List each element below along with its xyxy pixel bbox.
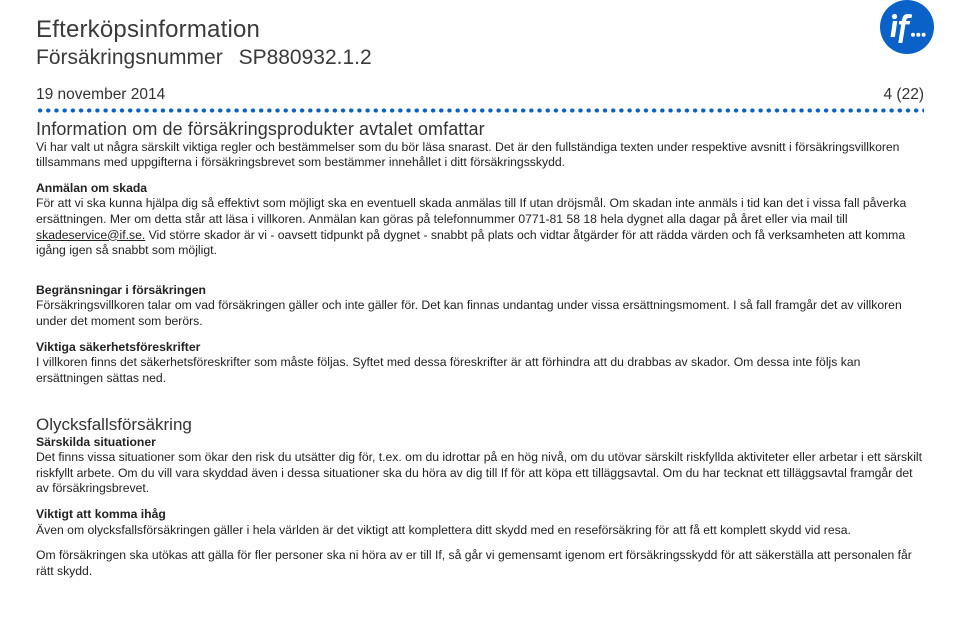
anmalan-text-after: Vid större skador är vi - oavsett tidpun…	[36, 228, 905, 258]
heading-ihag: Viktigt att komma ihåg	[36, 507, 924, 523]
paragraph-situationer: Det finns vissa situationer som ökar den…	[36, 450, 924, 497]
page-title: Efterköpsinformation	[36, 16, 924, 44]
heading-situationer: Särskilda situationer	[36, 435, 924, 451]
anmalan-text-before: För att vi ska kunna hjälpa dig så effek…	[36, 196, 906, 226]
if-logo	[880, 0, 934, 54]
divider-dots	[36, 108, 924, 113]
document-date: 19 november 2014	[36, 86, 165, 104]
insurance-number-line: Försäkringsnummer SP880932.1.2	[36, 46, 924, 70]
intro-paragraph: Vi har valt ut några särskilt viktiga re…	[36, 140, 924, 171]
email-link[interactable]: skadeservice@if.se.	[36, 228, 145, 242]
heading-anmalan: Anmälan om skada	[36, 181, 924, 197]
paragraph-begransningar: Försäkringsvillkoren talar om vad försäk…	[36, 298, 924, 329]
insurance-number: SP880932.1.2	[239, 46, 372, 69]
section-title-products: Information om de försäkringsprodukter a…	[36, 119, 924, 140]
heading-sakerhet: Viktiga säkerhetsföreskrifter	[36, 340, 924, 356]
heading-begransningar: Begränsningar i försäkringen	[36, 283, 924, 299]
paragraph-ihag: Även om olycksfallsförsäkringen gäller i…	[36, 523, 924, 539]
paragraph-anmalan: För att vi ska kunna hjälpa dig så effek…	[36, 196, 924, 258]
paragraph-utokas: Om försäkringen ska utökas att gälla för…	[36, 548, 924, 579]
section-title-olycksfall: Olycksfallsförsäkring	[36, 415, 924, 435]
insurance-label: Försäkringsnummer	[36, 46, 223, 69]
paragraph-sakerhet: I villkoren finns det säkerhetsföreskrif…	[36, 355, 924, 386]
page-number: 4 (22)	[884, 86, 925, 104]
